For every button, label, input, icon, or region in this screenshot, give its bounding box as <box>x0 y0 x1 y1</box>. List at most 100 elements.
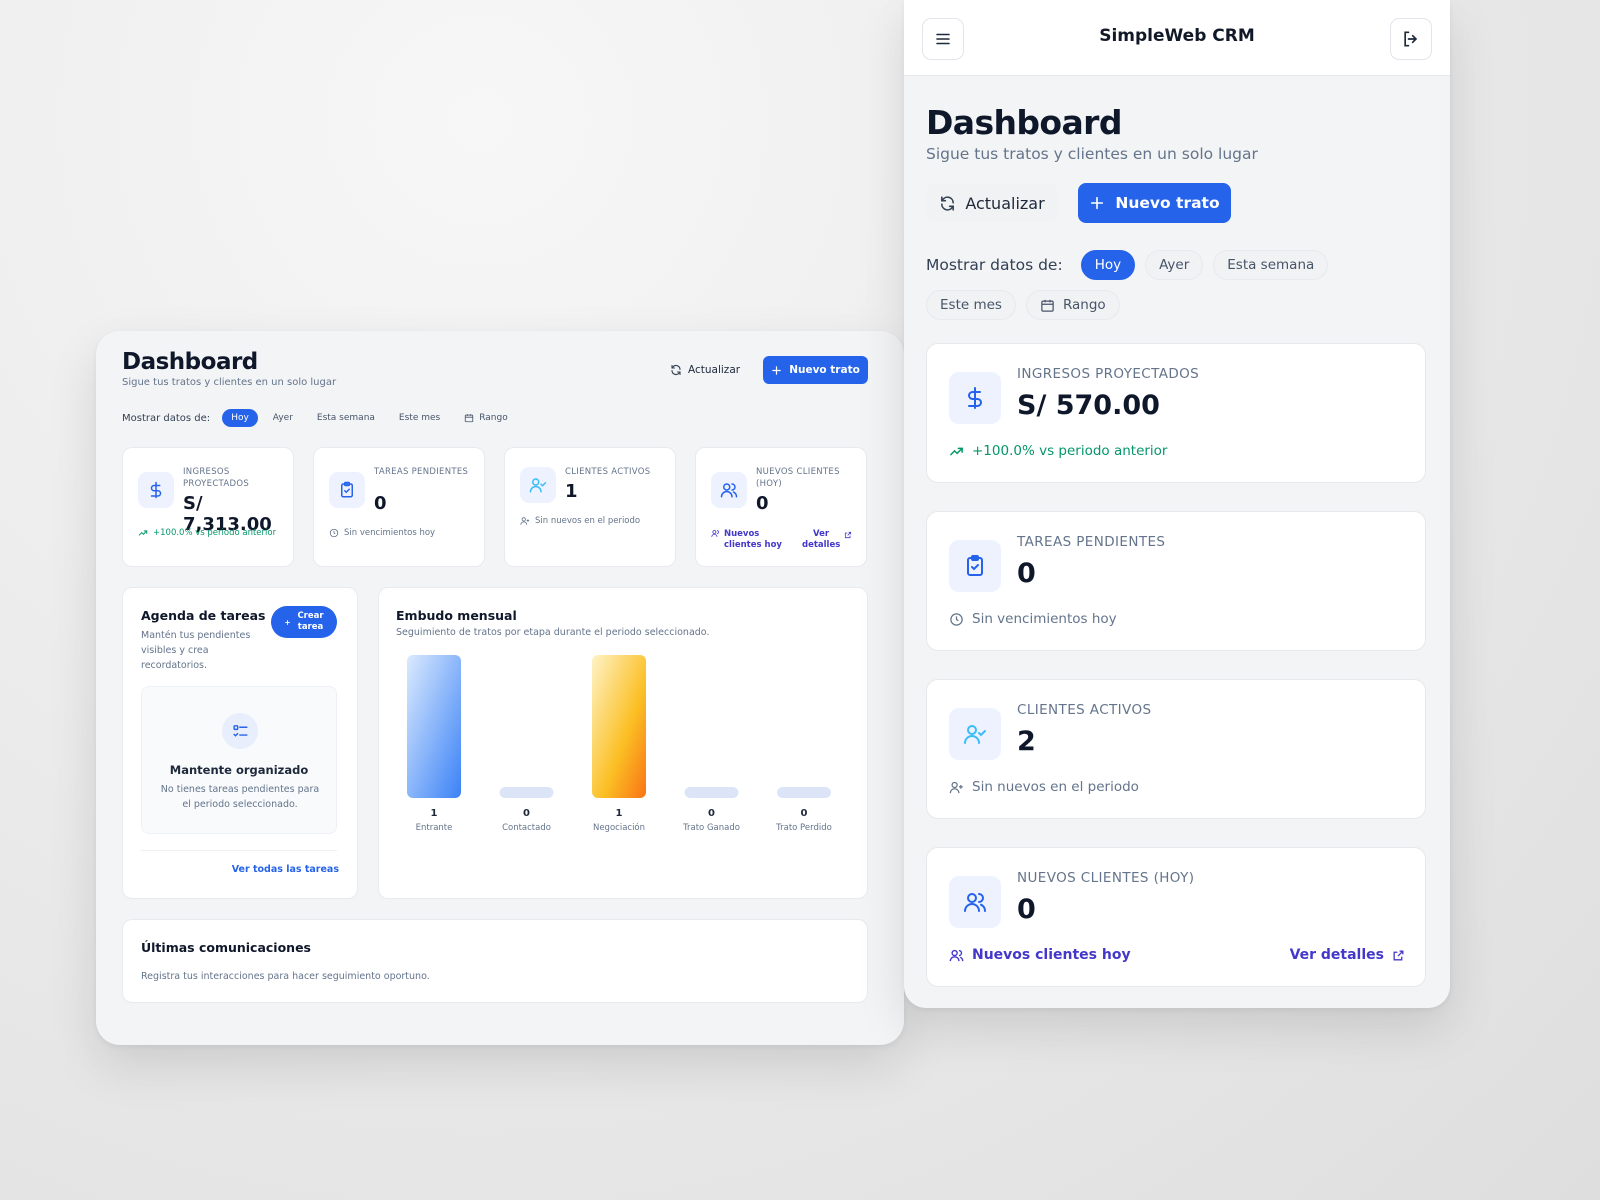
dollar-icon <box>949 372 1001 424</box>
filter-chip-this-week[interactable]: Esta semana <box>1213 250 1329 280</box>
user-check-icon <box>520 467 556 503</box>
kpi-note-text: Sin nuevos en el periodo <box>972 779 1139 795</box>
clipboard-check-icon <box>329 472 365 508</box>
users-icon <box>949 949 964 961</box>
filter-chip-yesterday[interactable]: Ayer <box>1145 250 1204 280</box>
refresh-label: Actualizar <box>688 364 741 376</box>
empty-state-title: Mantente organizado <box>169 763 309 777</box>
users-icon <box>949 876 1001 928</box>
filter-chip-today[interactable]: Hoy <box>1080 250 1136 280</box>
kpi-note: Sin nuevos en el periodo <box>520 516 640 526</box>
kpi-trend: +100.0% vs periodo anterior <box>138 528 276 538</box>
filter-label: Mostrar datos de: <box>122 412 211 424</box>
mobile-top-bar: SimpleWeb CRM <box>904 0 1450 76</box>
user-plus-icon <box>520 517 530 525</box>
calendar-icon <box>1041 299 1054 312</box>
kpi-value: 0 <box>1017 558 1036 589</box>
new-deal-button[interactable]: Nuevo trato <box>763 356 868 384</box>
users-icon <box>711 472 747 508</box>
filter-label: Mostrar datos de: <box>926 256 1063 274</box>
refresh-button[interactable]: Actualizar <box>926 184 1058 222</box>
clock-icon <box>950 612 963 626</box>
kpi-caption: Clientes activos <box>1017 702 1152 718</box>
kpi-value: 0 <box>756 493 769 514</box>
clipboard-check-icon <box>949 540 1001 592</box>
kpi-note-text: Sin vencimientos hoy <box>344 528 436 538</box>
kpi-caption: Nuevos clientes (hoy) <box>756 467 840 489</box>
filter-chip-this-week[interactable]: Esta semana <box>308 409 384 427</box>
filter-range-label: Rango <box>479 413 508 423</box>
divider <box>141 850 337 851</box>
funnel-category-label: Trato Ganado <box>682 823 740 833</box>
plus-icon <box>284 619 290 625</box>
kpi-trend-text: +100.0% vs periodo anterior <box>153 528 277 538</box>
filter-chip-yesterday[interactable]: Ayer <box>264 409 302 427</box>
kpi-value: 0 <box>1017 894 1036 925</box>
kpi-links: Nuevos clientes hoy Ver detalles <box>949 947 1405 963</box>
refresh-icon <box>671 364 681 376</box>
desktop-dashboard-panel: Dashboard Sigue tus tratos y clientes en… <box>96 331 904 1045</box>
new-clients-today-link[interactable]: Nuevos clientes hoy <box>949 947 1131 963</box>
kpi-links: Nuevos clientes hoy Ver detalles <box>711 529 856 551</box>
funnel-bar-4 <box>777 787 831 798</box>
kpi-value: S/ 570.00 <box>1017 390 1160 421</box>
kpi-trend: +100.0% vs periodo anterior <box>949 443 1168 459</box>
communications-subtitle: Registra tus interacciones para hacer se… <box>141 971 430 982</box>
funnel-bar-1 <box>499 787 554 798</box>
user-check-icon <box>949 708 1001 760</box>
refresh-button[interactable]: Actualizar <box>670 357 740 383</box>
funnel-bar-2 <box>592 655 646 798</box>
new-deal-label: Nuevo trato <box>789 364 860 376</box>
view-details-label: Ver detalles <box>1289 947 1384 963</box>
kpi-card-pending-tasks: Tareas pendientes 0 Sin vencimientos hoy <box>926 511 1426 651</box>
new-deal-button[interactable]: Nuevo trato <box>1078 183 1231 223</box>
filter-chip-this-month[interactable]: Este mes <box>926 290 1016 320</box>
funnel-bar-0 <box>407 655 461 798</box>
calendar-icon <box>465 414 474 423</box>
clock-icon <box>329 528 339 538</box>
filter-chip-range[interactable]: Rango <box>455 409 517 427</box>
kpi-caption: Clientes activos <box>565 467 651 477</box>
funnel-value-label: 1 <box>431 808 438 819</box>
kpi-note-text: Sin nuevos en el periodo <box>535 516 641 526</box>
kpi-trend-text: +100.0% vs periodo anterior <box>972 443 1168 459</box>
view-details-link[interactable]: Ver detalles <box>802 529 840 551</box>
funnel-value-label: 0 <box>708 808 715 819</box>
funnel-category-label: Entrante <box>416 823 453 833</box>
funnel-category-label: Contactado <box>502 823 551 833</box>
kpi-card-active-clients: Clientes activos 2 Sin nuevos en el peri… <box>926 679 1426 819</box>
funnel-category-label: Trato Perdido <box>775 823 832 833</box>
kpi-card-new-clients: Nuevos clientes (hoy) 0 Nuevos clientes … <box>695 447 867 567</box>
view-all-tasks-link[interactable]: Ver todas las tareas <box>232 864 339 875</box>
logout-icon <box>1404 31 1418 47</box>
kpi-caption: Tareas pendientes <box>374 467 469 477</box>
filter-chip-range[interactable]: Rango <box>1025 290 1120 320</box>
kpi-caption: Ingresos proyectados <box>1017 366 1200 382</box>
funnel-value-label: 0 <box>523 808 530 819</box>
new-clients-today-link[interactable]: Nuevos clientes hoy <box>724 529 786 551</box>
app-title: SimpleWeb CRM <box>1099 26 1255 46</box>
new-clients-today-label: Nuevos clientes hoy <box>972 947 1131 963</box>
page-subtitle: Sigue tus tratos y clientes en un solo l… <box>926 145 1258 163</box>
new-deal-label: Nuevo trato <box>1115 194 1220 212</box>
mobile-dashboard-panel: SimpleWeb CRM Dashboard Sigue tus tratos… <box>904 0 1450 1008</box>
kpi-caption: Ingresos proyectados <box>183 467 250 489</box>
funnel-chart: 1 Entrante 0 Contactado 1 Negociación 0 Trato G… <box>407 655 832 833</box>
task-agenda-card: Agenda de tareas Mantén tus pendientes v… <box>122 587 358 899</box>
external-link-icon <box>1393 950 1404 960</box>
kpi-value: 0 <box>374 493 387 514</box>
kpi-note: Sin vencimientos hoy <box>329 528 435 538</box>
funnel-category-label: Negociación <box>593 822 645 833</box>
date-filter-bar: Mostrar datos de: Hoy Ayer Esta semana E… <box>122 409 517 427</box>
create-task-button[interactable]: Crear tarea <box>271 606 337 638</box>
filter-chip-this-month[interactable]: Este mes <box>390 409 449 427</box>
filter-chip-today[interactable]: Hoy <box>222 409 258 427</box>
communications-title: Últimas comunicaciones <box>141 940 311 955</box>
empty-state: Mantente organizado No tienes tareas pen… <box>141 686 337 834</box>
filter-range-label: Rango <box>1062 297 1106 313</box>
kpi-card-new-clients: Nuevos clientes (hoy) 0 Nuevos clientes … <box>926 847 1426 987</box>
kpi-note-text: Sin vencimientos hoy <box>972 611 1117 627</box>
page-title: Dashboard <box>122 349 258 375</box>
logout-button[interactable] <box>1390 18 1432 60</box>
view-details-link[interactable]: Ver detalles <box>1290 947 1405 963</box>
